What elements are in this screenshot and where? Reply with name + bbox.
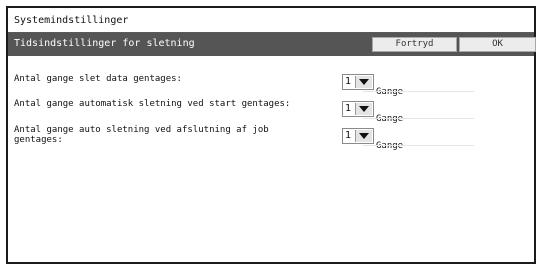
chevron-down-icon[interactable] [355, 76, 372, 88]
unit-label: Gange [376, 141, 404, 151]
section-header: Tidsindstillinger for sletning Fortryd O… [8, 33, 536, 56]
select-value: 1 [345, 76, 352, 87]
select-value: 1 [345, 130, 352, 141]
setting-label-auto-clear-job-end: Antal gange auto sletning ved afslutning… [14, 125, 269, 145]
title-bar: Systemindstillinger [8, 8, 534, 33]
settings-window: Systemindstillinger Tidsindstillinger fo… [6, 6, 536, 264]
select-value: 1 [345, 103, 352, 114]
section-title: Tidsindstillinger for sletning [14, 38, 195, 49]
chevron-down-icon[interactable] [355, 103, 372, 115]
row-divider [363, 145, 474, 146]
setting-label-delete-data: Antal gange slet data gentages: [14, 74, 182, 84]
unit-label: Gange [376, 87, 404, 97]
repeat-count-select-auto-clear-startup[interactable]: 1 [342, 101, 374, 117]
row-divider [363, 91, 474, 92]
repeat-count-select-delete-data[interactable]: 1 [342, 74, 374, 90]
setting-label-auto-clear-startup: Antal gange automatisk sletning ved star… [14, 99, 291, 109]
unit-label: Gange [376, 114, 404, 124]
row-divider [363, 118, 474, 119]
chevron-down-icon[interactable] [355, 130, 372, 142]
cancel-button[interactable]: Fortryd [372, 37, 457, 52]
ok-button[interactable]: OK [459, 37, 536, 52]
repeat-count-select-auto-clear-job-end[interactable]: 1 [342, 128, 374, 144]
window-title: Systemindstillinger [14, 15, 129, 26]
